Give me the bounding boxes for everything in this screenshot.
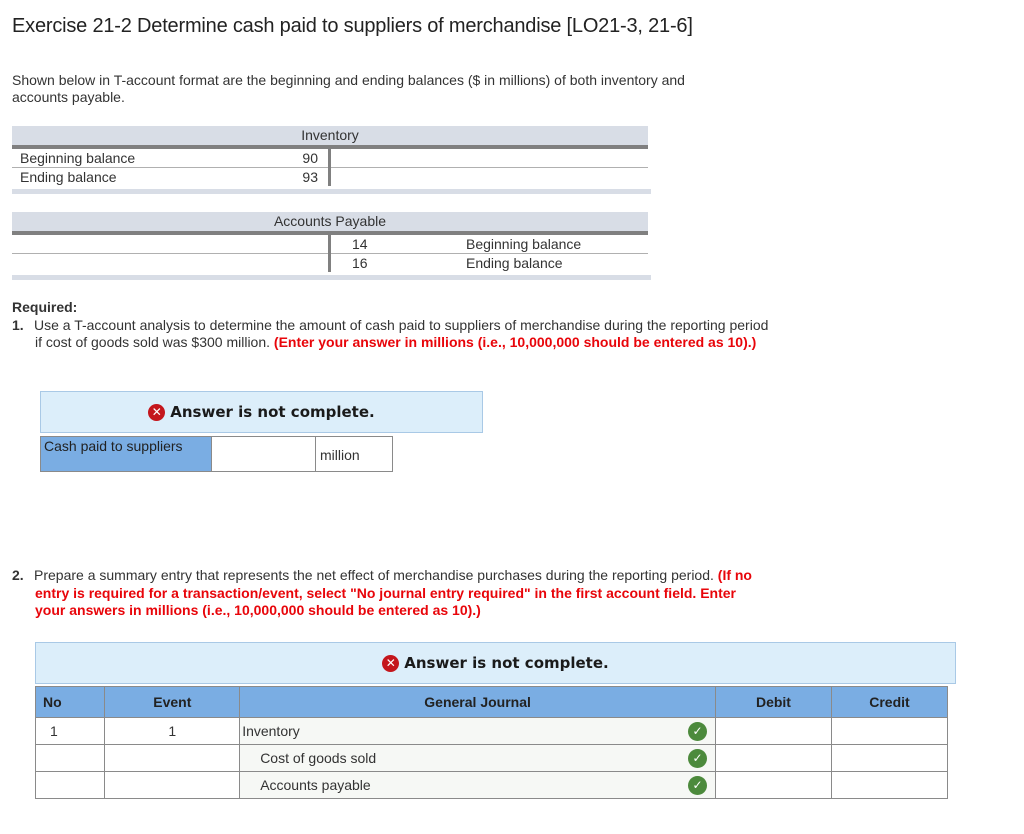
credit-input[interactable] bbox=[830, 717, 949, 745]
status-text: Answer is not complete. bbox=[404, 654, 609, 672]
status-banner: ✕ Answer is not complete. bbox=[40, 391, 483, 433]
intro-text: Shown below in T-account format are the … bbox=[12, 72, 685, 105]
question-2: 2. Prepare a summary entry that represent… bbox=[0, 567, 770, 620]
row-value: 93 bbox=[302, 169, 318, 185]
debit-input[interactable] bbox=[715, 744, 832, 772]
account-cell[interactable]: Accounts payable ✓ bbox=[239, 771, 716, 799]
cash-paid-input[interactable] bbox=[212, 436, 316, 472]
account-name: Accounts payable bbox=[260, 777, 371, 793]
t-account-footer bbox=[12, 275, 651, 280]
t-account-row: Beginning balance 90 bbox=[12, 149, 648, 168]
row-label: Ending balance bbox=[20, 169, 117, 185]
question-note: (Enter your answer in millions (i.e., 10… bbox=[273, 334, 757, 350]
row-event: 1 bbox=[104, 717, 241, 745]
question-number: 2. bbox=[12, 567, 24, 583]
row-no bbox=[34, 771, 106, 799]
t-bar bbox=[328, 168, 331, 186]
question-1: 1. Use a T-account analysis to determine … bbox=[12, 317, 770, 352]
col-event: Event bbox=[104, 686, 241, 718]
t-account-title: Inventory bbox=[12, 126, 648, 145]
account-name: Cost of goods sold bbox=[260, 750, 377, 766]
required-heading: Required: bbox=[12, 299, 78, 315]
accounts-payable-t-account: Accounts Payable 14 Beginning balance 16… bbox=[12, 212, 651, 280]
row-label: Beginning balance bbox=[466, 236, 582, 252]
unit-label: million bbox=[316, 436, 393, 472]
error-icon: ✕ bbox=[148, 403, 166, 421]
t-account-title: Accounts Payable bbox=[12, 212, 648, 231]
check-icon: ✓ bbox=[688, 776, 707, 795]
row-label: Ending balance bbox=[466, 255, 563, 271]
row-event bbox=[104, 744, 241, 772]
row-value: 14 bbox=[352, 236, 368, 252]
col-general-journal: General Journal bbox=[239, 686, 716, 718]
t-bar bbox=[328, 149, 331, 168]
t-bar bbox=[328, 235, 331, 254]
row-event bbox=[104, 771, 241, 799]
t-account-row: 14 Beginning balance bbox=[12, 235, 648, 254]
required-section: Required: 1. Use a T-account analysis to … bbox=[12, 299, 772, 352]
t-account-footer bbox=[12, 189, 651, 194]
cash-paid-label: Cash paid to suppliers bbox=[40, 436, 212, 472]
debit-input[interactable] bbox=[715, 771, 832, 799]
t-account-row: 16 Ending balance bbox=[12, 254, 648, 272]
col-credit: Credit bbox=[830, 686, 949, 718]
debit-input[interactable] bbox=[715, 717, 832, 745]
t-account-row: Ending balance 93 bbox=[12, 168, 648, 186]
row-value: 90 bbox=[302, 150, 318, 166]
credit-input[interactable] bbox=[830, 771, 949, 799]
status-banner: ✕ Answer is not complete. bbox=[35, 642, 956, 684]
journal-header-row: No Event General Journal Debit Credit bbox=[34, 686, 949, 718]
credit-input[interactable] bbox=[830, 744, 949, 772]
col-debit: Debit bbox=[715, 686, 832, 718]
question-text: Prepare a summary entry that represents … bbox=[34, 567, 714, 583]
check-icon: ✓ bbox=[688, 722, 707, 741]
row-value: 16 bbox=[352, 255, 368, 271]
col-no: No bbox=[34, 686, 106, 718]
row-no: 1 bbox=[34, 717, 106, 745]
cash-paid-answer-row: Cash paid to suppliers million bbox=[40, 436, 393, 472]
check-icon: ✓ bbox=[688, 749, 707, 768]
journal-row: 1 1 Inventory ✓ bbox=[34, 717, 949, 745]
journal-row: Accounts payable ✓ bbox=[34, 771, 949, 799]
row-label: Beginning balance bbox=[20, 150, 136, 166]
status-text: Answer is not complete. bbox=[170, 403, 375, 421]
row-no bbox=[34, 744, 106, 772]
question-number: 1. bbox=[12, 316, 24, 333]
account-cell[interactable]: Inventory ✓ bbox=[239, 717, 716, 745]
inventory-t-account: Inventory Beginning balance 90 Ending ba… bbox=[12, 126, 651, 194]
journal-table: No Event General Journal Debit Credit 1 … bbox=[34, 686, 949, 799]
journal-row: Cost of goods sold ✓ bbox=[34, 744, 949, 772]
t-bar bbox=[328, 254, 331, 272]
account-name: Inventory bbox=[242, 723, 300, 739]
error-icon: ✕ bbox=[382, 654, 400, 672]
account-cell[interactable]: Cost of goods sold ✓ bbox=[239, 744, 716, 772]
page-title: Exercise 21-2 Determine cash paid to sup… bbox=[12, 15, 693, 37]
